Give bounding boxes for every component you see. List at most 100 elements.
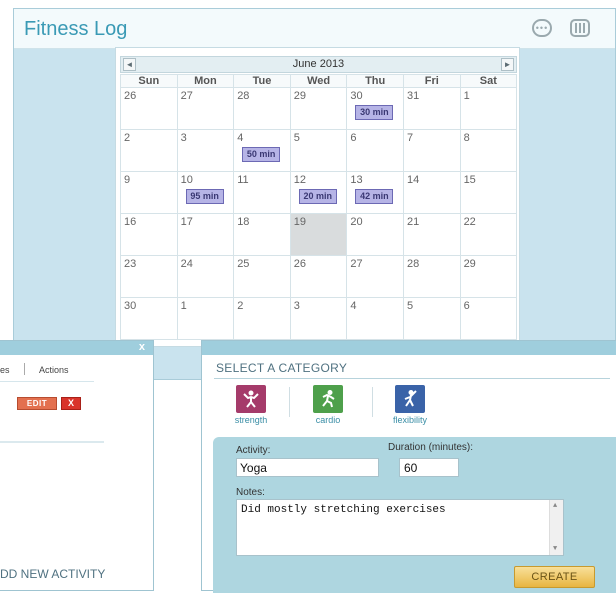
day-number: 20 [350,216,363,228]
app-header: Fitness Log ••• [14,9,615,49]
calendar-event[interactable]: 20 min [298,189,337,204]
calendar-day[interactable]: 17 [176,213,235,256]
calendar-day[interactable]: 1 [176,297,235,340]
calendar: ◄ June 2013 ► Sun Mon Tue Wed Thu Fri Sat 26 27… [115,47,520,347]
calendar-day-today[interactable]: 19 [289,213,348,256]
calendar-day[interactable]: 23 [120,255,178,298]
calendar-day[interactable]: 11 [233,171,291,214]
day-number: 5 [406,300,414,312]
notes-textarea[interactable]: Did mostly stretching exercises ▲ ▼ [236,499,564,556]
day-number: 8 [463,132,470,144]
duration-input[interactable]: 60 [399,458,459,477]
calendar-day[interactable]: 13 42 min [346,171,404,214]
weekday-header: Mon [176,74,235,88]
calendar-day[interactable]: 22 [459,213,518,256]
calendar-day[interactable]: 8 [459,129,518,172]
calendar-day[interactable]: 2 [233,297,291,340]
day-number: 7 [406,132,414,144]
create-button[interactable]: CREATE [514,566,595,588]
calendar-day[interactable]: 3 [289,297,348,340]
day-number: 6 [350,132,357,144]
calendar-day[interactable]: 3 [176,129,235,172]
calendar-day[interactable]: 4 [346,297,404,340]
month-label: June 2013 [292,58,345,70]
calendar-day[interactable]: 2 [120,129,178,172]
calendar-day[interactable]: 26 [289,255,348,298]
chat-icon[interactable]: ••• [532,19,552,37]
day-number: 25 [237,258,250,270]
day-number: 1 [463,90,470,102]
category-cardio[interactable]: cardio [303,385,353,425]
day-number: 10 [180,174,193,186]
new-activity-panel: SELECT A CATEGORY strength cardio flexib… [201,340,616,593]
calendar-day[interactable]: 5 [402,297,461,340]
calendar-day[interactable]: 31 [402,87,461,130]
divider [0,381,94,382]
close-icon[interactable]: x [139,341,145,353]
duration-label: Duration (minutes): [388,442,474,453]
day-number: 1 [180,300,187,312]
day-number: 22 [463,216,476,228]
calendar-day[interactable]: 27 [176,87,235,130]
category-flexibility[interactable]: flexibility [385,385,435,425]
calendar-day[interactable]: 21 [402,213,461,256]
calendar-day[interactable]: 26 [120,87,178,130]
category-divider [372,387,373,417]
calendar-day[interactable]: 20 [346,213,404,256]
calendar-day[interactable]: 1 [459,87,518,130]
calendar-day[interactable]: 18 [233,213,291,256]
calendar-day[interactable]: 28 [402,255,461,298]
calendar-day[interactable]: 24 [176,255,235,298]
calendar-day[interactable]: 9 [120,171,178,214]
calendar-day[interactable]: 25 [233,255,291,298]
scroll-up-icon[interactable]: ▲ [553,502,557,510]
calendar-day[interactable]: 7 [402,129,461,172]
calendar-event[interactable]: 50 min [242,147,281,162]
scroll-down-icon[interactable]: ▼ [553,545,557,553]
calendar-day[interactable]: 16 [120,213,178,256]
calendar-day[interactable]: 6 [459,297,518,340]
calendar-day[interactable]: 12 20 min [289,171,348,214]
column-header-actions: Actions [39,365,69,375]
day-number: 24 [180,258,193,270]
day-number: 28 [406,258,420,270]
day-number: 11 [237,174,249,186]
notes-scrollbar[interactable]: ▲ ▼ [549,500,563,555]
calendar-day[interactable]: 27 [346,255,404,298]
activity-input[interactable]: Yoga [236,458,379,477]
calendar-day[interactable]: 30 30 min [346,87,404,130]
calendar-day[interactable]: 5 [289,129,348,172]
calendar-day[interactable]: 29 [289,87,348,130]
day-number: 26 [293,258,307,270]
calendar-event[interactable]: 42 min [355,189,394,204]
next-month-button[interactable]: ► [501,58,514,71]
calendar-day[interactable]: 29 [459,255,518,298]
calendar-event[interactable]: 30 min [355,105,394,120]
add-new-activity-link[interactable]: DD NEW ACTIVITY [0,567,105,581]
calendar-day[interactable]: 14 [402,171,461,214]
calendar-week-row: 9 10 95 min 11 12 20 min 13 42 min 14 15 [120,171,518,214]
running-figure-icon [313,385,343,413]
day-number: 6 [463,300,470,312]
divider [214,378,610,379]
calendar-day[interactable]: 15 [459,171,518,214]
delete-button[interactable]: X [61,397,81,410]
calendar-day[interactable]: 6 [346,129,404,172]
stretching-figure-icon [395,385,425,413]
calendar-day[interactable]: 10 95 min [176,171,235,214]
day-number: 3 [293,300,300,312]
settings-sliders-icon[interactable] [570,19,590,37]
calendar-event[interactable]: 95 min [185,189,224,204]
category-strength[interactable]: strength [226,385,276,425]
category-label: strength [234,415,268,425]
edit-button[interactable]: EDIT [17,397,57,410]
calendar-day[interactable]: 30 [120,297,178,340]
day-number: 13 [350,174,363,186]
day-number: 27 [350,258,363,270]
calendar-day[interactable]: 4 50 min [233,129,291,172]
day-number: 19 [293,216,307,228]
calendar-week-row: 16 17 18 19 20 21 22 [120,213,518,256]
notes-text: Did mostly stretching exercises [241,504,446,516]
calendar-day[interactable]: 28 [233,87,291,130]
panel-titlebar [202,341,616,355]
